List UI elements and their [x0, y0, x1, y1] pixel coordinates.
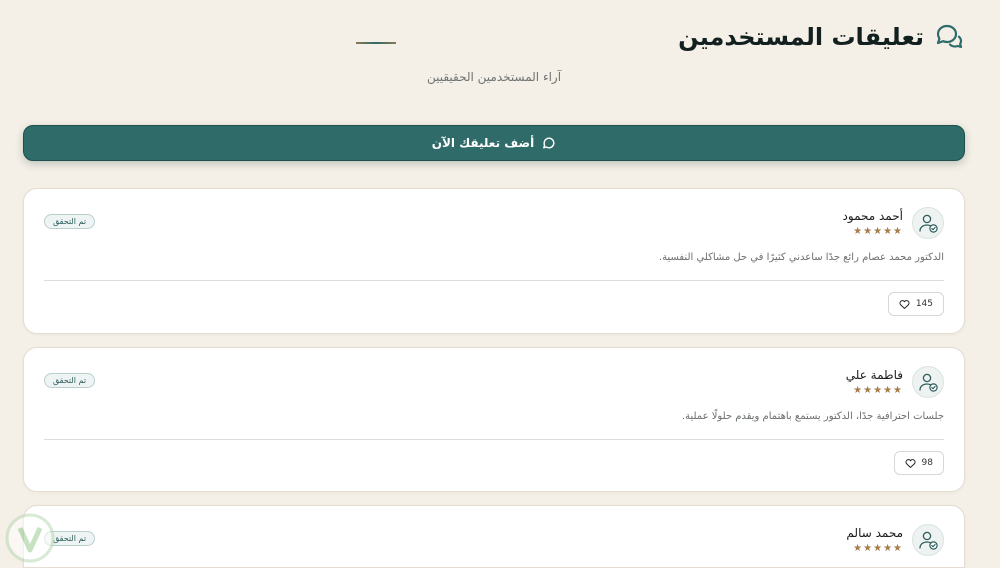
- comment-icon: [543, 137, 555, 149]
- review-card: أحمد محمود ★★★★★ تم التحقق الدكتور محمد …: [23, 188, 965, 334]
- page-title: تعليقات المستخدمين: [678, 23, 924, 51]
- user-check-icon: [919, 531, 938, 550]
- chat-bubbles-icon: [936, 24, 963, 49]
- star-rating: ★★★★★: [853, 543, 903, 554]
- add-comment-button[interactable]: أضف تعليقك الآن: [23, 125, 965, 161]
- user-check-icon: [919, 373, 938, 392]
- like-button[interactable]: 145: [887, 292, 944, 316]
- page-header: تعليقات المستخدمين: [678, 22, 964, 52]
- add-comment-label: أضف تعليقك الآن: [431, 136, 535, 150]
- review-text: جلسات احترافية جدًا، الدكتور يستمع باهتم…: [681, 411, 944, 422]
- like-count: 145: [915, 299, 933, 309]
- card-divider: [44, 439, 944, 440]
- review-card: محمد سالم ★★★★★ تم التحقق: [23, 505, 965, 568]
- reviewer-name: محمد سالم: [846, 526, 903, 540]
- avatar: [912, 524, 944, 556]
- star-rating: ★★★★★: [853, 226, 903, 237]
- user-check-icon: [919, 214, 938, 233]
- verified-badge: تم التحقق: [44, 373, 96, 388]
- reviewer-name: أحمد محمود: [842, 209, 903, 223]
- page-subtitle: آراء المستخدمين الحقيقيين: [426, 70, 562, 84]
- shield-watermark-icon: [5, 513, 55, 563]
- star-rating: ★★★★★: [853, 385, 903, 396]
- avatar: [912, 366, 944, 398]
- avatar: [912, 207, 944, 239]
- reviewer-name: فاطمة علي: [845, 368, 903, 382]
- heart-icon: [905, 458, 916, 468]
- title-decoration-line: [356, 42, 396, 44]
- card-divider: [44, 280, 944, 281]
- like-count: 98: [921, 458, 933, 468]
- like-button[interactable]: 98: [893, 451, 944, 475]
- review-text: الدكتور محمد عصام رائع جدًا ساعدني كثيرً…: [658, 252, 944, 263]
- heart-icon: [899, 299, 910, 309]
- verified-badge: تم التحقق: [44, 214, 96, 229]
- review-card: فاطمة علي ★★★★★ تم التحقق جلسات احترافية…: [23, 347, 965, 492]
